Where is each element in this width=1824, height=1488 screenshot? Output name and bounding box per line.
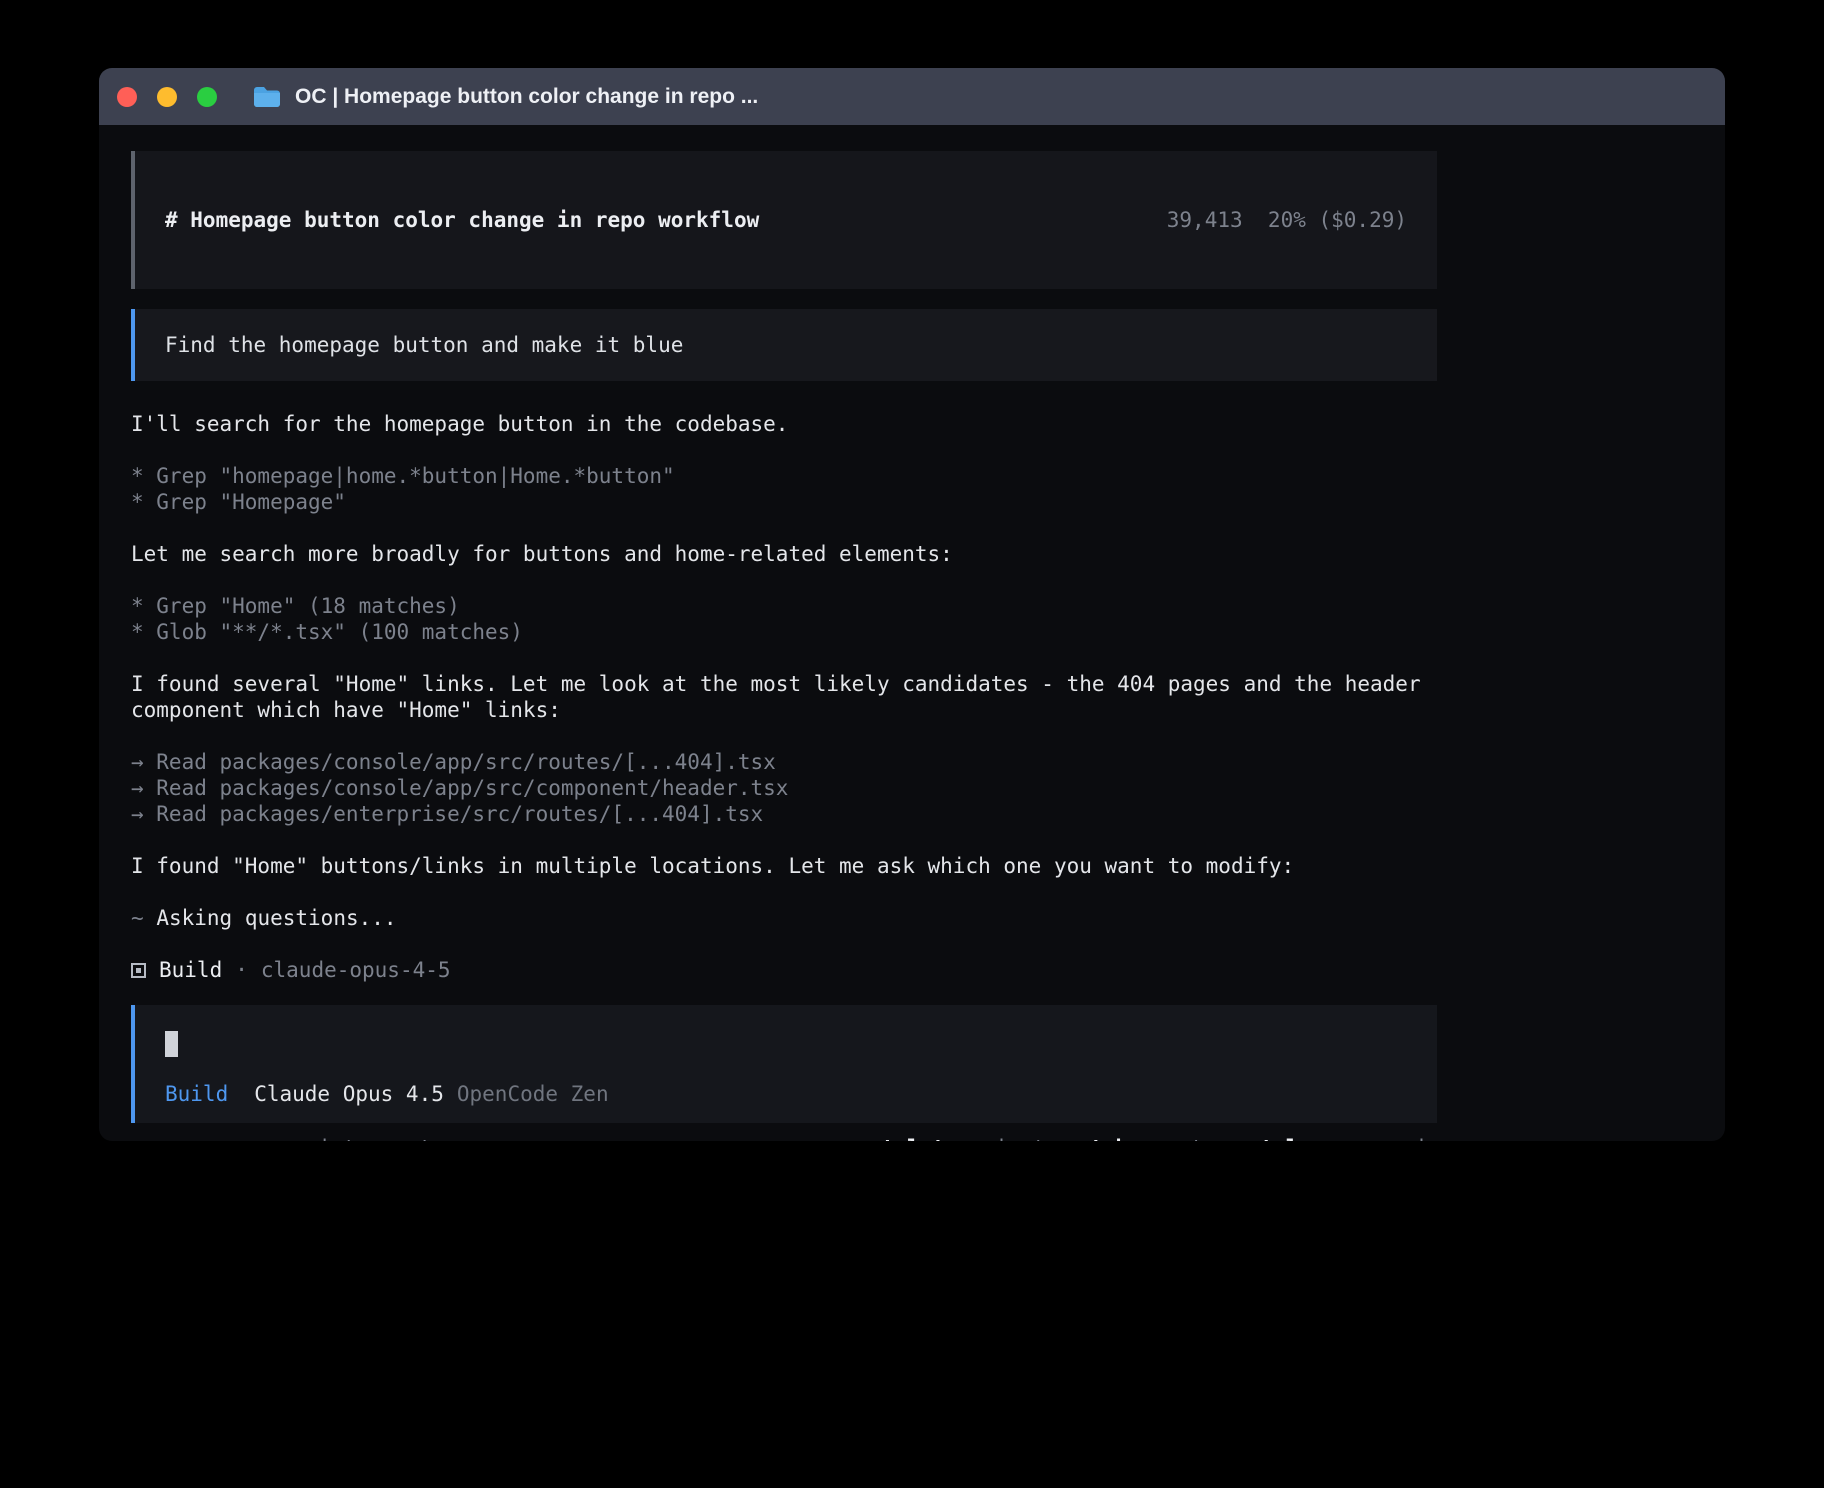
status-bar-right: ctrl+t variants tab agents ctrl+p comman… bbox=[837, 1135, 1437, 1141]
working-prefix: ~ bbox=[131, 906, 144, 930]
agent-model: claude-opus-4-5 bbox=[261, 957, 451, 983]
session-header: # Homepage button color change in repo w… bbox=[131, 151, 1437, 289]
read-line: → Read packages/console/app/src/componen… bbox=[131, 775, 1437, 801]
agent-separator: · bbox=[235, 957, 248, 983]
zoom-button[interactable] bbox=[197, 87, 217, 107]
agent-status-line: Build · claude-opus-4-5 bbox=[131, 957, 1437, 983]
tool-call-group: * Grep "homepage|home.*button|Home.*butt… bbox=[131, 463, 1437, 515]
read-group: → Read packages/console/app/src/routes/[… bbox=[131, 749, 1437, 827]
working-status: ~ Asking questions... bbox=[131, 905, 1437, 931]
status-bar: ········ esc interrupt ctrl+t variants t… bbox=[131, 1135, 1437, 1141]
agent-name: Build bbox=[159, 957, 222, 983]
read-line: → Read packages/console/app/src/routes/[… bbox=[131, 749, 1437, 775]
ctrl-p-key: ctrl+p bbox=[1248, 1135, 1324, 1141]
assistant-text: Let me search more broadly for buttons a… bbox=[131, 541, 1437, 567]
tool-call-group: * Grep "Home" (18 matches) * Glob "**/*.… bbox=[131, 593, 1437, 645]
user-message-text: Find the homepage button and make it blu… bbox=[165, 333, 683, 357]
tool-call-line: * Grep "Home" (18 matches) bbox=[131, 593, 1437, 619]
tool-call-line: * Grep "Homepage" bbox=[131, 489, 1437, 515]
agent-icon bbox=[131, 963, 146, 978]
user-message: Find the homepage button and make it blu… bbox=[131, 309, 1437, 381]
ctrl-t-key: ctrl+t bbox=[869, 1135, 945, 1141]
agents-hint: tab agents bbox=[1090, 1135, 1216, 1141]
tool-call-line: * Grep "homepage|home.*button|Home.*butt… bbox=[131, 463, 1437, 489]
session-content: # Homepage button color change in repo w… bbox=[99, 125, 1437, 1141]
commands-hint: ctrl+p commands bbox=[1248, 1135, 1437, 1141]
input-agent-label: Build bbox=[165, 1081, 228, 1107]
read-line: → Read packages/enterprise/src/routes/[.… bbox=[131, 801, 1437, 827]
minimize-button[interactable] bbox=[157, 87, 177, 107]
progress-dots: ········ bbox=[131, 1135, 240, 1141]
input-footer: Build Claude Opus 4.5 OpenCode Zen bbox=[165, 1081, 1407, 1107]
status-bar-left: ········ esc interrupt bbox=[131, 1135, 432, 1141]
assistant-intro: I'll search for the homepage button in t… bbox=[131, 411, 1437, 437]
prompt-input[interactable]: Build Claude Opus 4.5 OpenCode Zen bbox=[131, 1005, 1437, 1123]
tool-call-line: * Glob "**/*.tsx" (100 matches) bbox=[131, 619, 1437, 645]
assistant-text: I found several "Home" links. Let me loo… bbox=[131, 671, 1437, 723]
tab-key: tab bbox=[1090, 1135, 1128, 1141]
token-count: 39,413 bbox=[1167, 208, 1243, 232]
session-title: # Homepage button color change in repo w… bbox=[165, 207, 759, 233]
folder-icon bbox=[253, 86, 281, 108]
input-provider-label: OpenCode Zen bbox=[457, 1081, 609, 1107]
variants-hint: ctrl+t variants bbox=[869, 1135, 1058, 1141]
context-usage: 20% ($0.29) bbox=[1268, 208, 1407, 232]
window-title: OC | Homepage button color change in rep… bbox=[295, 85, 758, 109]
interrupt-hint: esc interrupt bbox=[268, 1135, 432, 1141]
traffic-lights bbox=[117, 87, 217, 107]
text-cursor bbox=[165, 1031, 178, 1057]
titlebar[interactable]: OC | Homepage button color change in rep… bbox=[99, 68, 1725, 125]
assistant-text: I found "Home" buttons/links in multiple… bbox=[131, 853, 1437, 879]
close-button[interactable] bbox=[117, 87, 137, 107]
terminal-window: OC | Homepage button color change in rep… bbox=[99, 68, 1725, 1141]
input-model-label: Claude Opus 4.5 bbox=[254, 1081, 444, 1107]
session-stats: 39,413 20% ($0.29) bbox=[1040, 181, 1407, 259]
working-text: Asking questions... bbox=[156, 906, 396, 930]
input-line[interactable] bbox=[165, 1031, 1407, 1057]
esc-key: esc bbox=[268, 1135, 306, 1141]
